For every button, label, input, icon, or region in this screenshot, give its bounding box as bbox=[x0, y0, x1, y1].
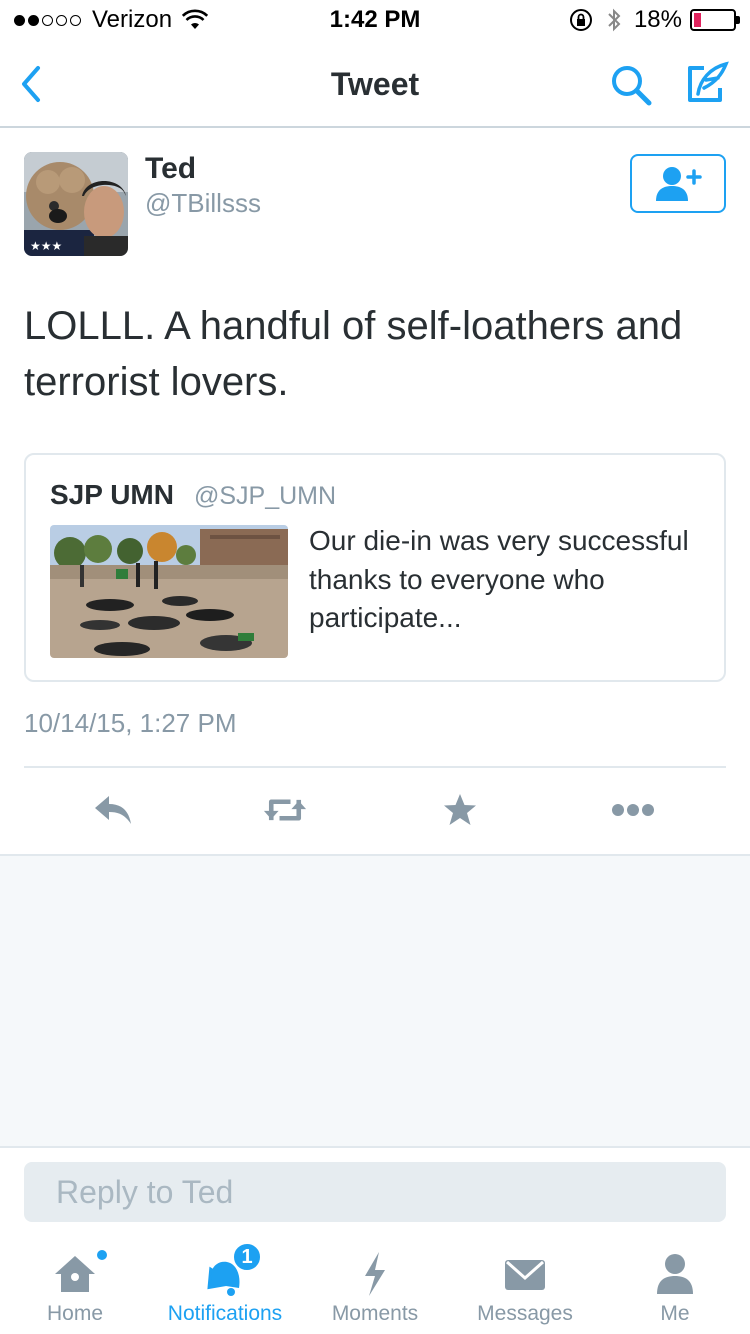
tweet-text: LOLLL. A handful of self-loathers and te… bbox=[24, 304, 683, 404]
quoted-author-name: SJP UMN bbox=[50, 479, 174, 510]
search-icon[interactable] bbox=[608, 62, 654, 108]
more-icon bbox=[612, 804, 654, 816]
reply-input[interactable] bbox=[24, 1162, 726, 1222]
author-name[interactable]: Ted bbox=[145, 152, 196, 186]
tab-label: Moments bbox=[331, 1302, 419, 1325]
tab-me[interactable]: Me bbox=[600, 1236, 750, 1334]
quoted-tweet[interactable]: SJP UMN @SJP_UMN Our die-in was very suc… bbox=[24, 453, 726, 682]
status-right: 18% bbox=[568, 6, 740, 34]
status-bar: Verizon 1:42 PM 18% bbox=[0, 0, 750, 40]
reply-bar bbox=[0, 1148, 750, 1236]
tab-home[interactable]: Home bbox=[0, 1236, 150, 1334]
nav-bar: Tweet bbox=[0, 40, 750, 128]
like-star-icon bbox=[444, 794, 476, 825]
home-new-indicator bbox=[95, 1248, 109, 1262]
tab-messages[interactable]: Messages bbox=[450, 1236, 600, 1334]
tab-label: Me bbox=[660, 1302, 690, 1325]
bluetooth-icon bbox=[608, 8, 621, 32]
divider bbox=[24, 766, 726, 768]
home-icon bbox=[55, 1256, 95, 1292]
follow-button[interactable] bbox=[630, 154, 726, 213]
tab-bar: Home 1 Notifications Moments Messages Me bbox=[0, 1236, 750, 1334]
avatar[interactable]: ★★★ bbox=[24, 152, 128, 256]
tab-label: Home bbox=[46, 1302, 104, 1325]
lightning-icon bbox=[365, 1252, 385, 1296]
notification-badge: 1 bbox=[232, 1242, 262, 1272]
avatar-photo: ★★★ bbox=[24, 152, 128, 256]
add-user-icon bbox=[656, 166, 702, 201]
svg-text:★★★: ★★★ bbox=[30, 239, 62, 253]
reply-button[interactable] bbox=[91, 788, 135, 832]
author-handle[interactable]: @TBillsss bbox=[145, 188, 261, 219]
tab-moments[interactable]: Moments bbox=[300, 1236, 450, 1334]
tab-notifications[interactable]: 1 Notifications bbox=[150, 1236, 300, 1334]
battery-percent: 18% bbox=[633, 6, 682, 33]
retweet-button[interactable] bbox=[263, 788, 307, 832]
tweet-actions bbox=[0, 780, 750, 840]
envelope-icon bbox=[505, 1260, 545, 1290]
like-button[interactable] bbox=[438, 788, 482, 832]
retweet-icon bbox=[263, 799, 307, 821]
quoted-tweet-text: Our die-in was very successful thanks to… bbox=[309, 525, 689, 633]
rotation-lock-icon bbox=[569, 9, 592, 31]
tab-label: Notifications bbox=[167, 1302, 283, 1325]
battery-icon bbox=[690, 9, 740, 31]
tweet-timestamp: 10/14/15, 1:27 PM bbox=[24, 708, 237, 738]
tab-label: Messages bbox=[477, 1302, 573, 1325]
quoted-tweet-image[interactable] bbox=[50, 525, 288, 658]
quoted-author-handle: @SJP_UMN bbox=[194, 482, 337, 510]
person-icon bbox=[657, 1254, 693, 1294]
empty-replies-area bbox=[0, 854, 750, 1148]
compose-tweet-icon[interactable] bbox=[682, 60, 730, 108]
reply-icon bbox=[95, 796, 131, 824]
die-in-photo bbox=[50, 525, 288, 658]
battery-level bbox=[694, 13, 701, 27]
more-button[interactable] bbox=[611, 788, 655, 832]
